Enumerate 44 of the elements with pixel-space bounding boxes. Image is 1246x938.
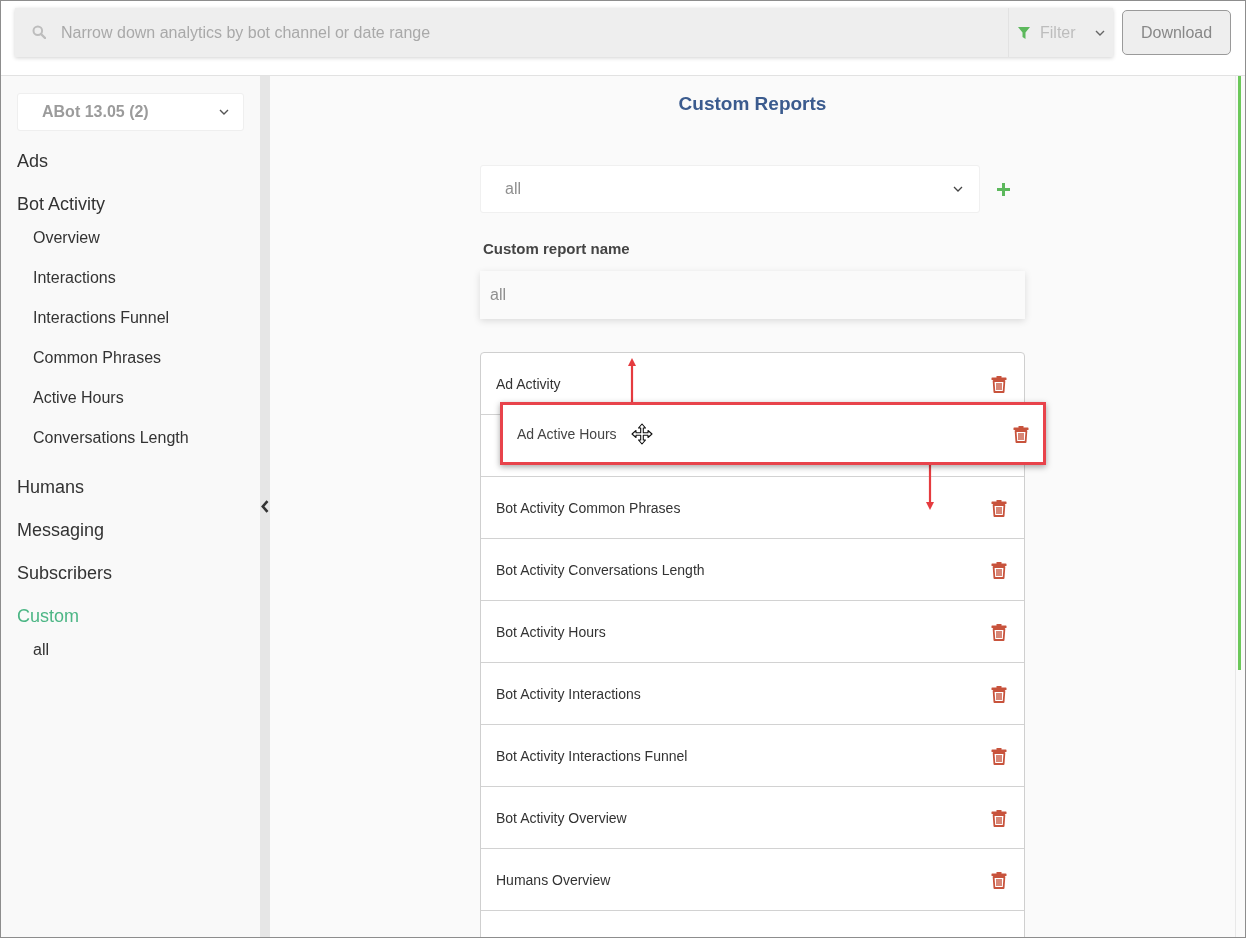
report-name[interactable]: Bot Activity Hours xyxy=(496,623,991,640)
trash-icon[interactable] xyxy=(1013,424,1029,443)
trash-icon[interactable] xyxy=(991,622,1007,641)
trash-icon[interactable] xyxy=(991,808,1007,827)
sidebar-item[interactable]: Humans xyxy=(17,470,244,504)
sidebar-subitem[interactable]: Common Phrases xyxy=(17,341,244,375)
search-icon xyxy=(32,25,46,39)
filter-icon xyxy=(1018,26,1030,39)
trash-icon[interactable] xyxy=(991,870,1007,889)
chevron-down-icon xyxy=(219,109,229,115)
chevron-down-icon xyxy=(1095,29,1105,36)
chevron-left-icon xyxy=(261,500,269,513)
report-name[interactable]: Ad Activity xyxy=(496,375,991,392)
sidebar-item[interactable]: Messaging xyxy=(17,513,244,547)
sidebar-subitem[interactable]: Interactions Funnel xyxy=(17,301,244,335)
dragged-report-row[interactable]: Ad Active Hours xyxy=(503,405,1043,462)
sidebar-subitem[interactable]: Interactions xyxy=(17,261,244,295)
trash-icon[interactable] xyxy=(991,684,1007,703)
sidebar-subitem[interactable]: Active Hours xyxy=(17,381,244,415)
trash-icon[interactable] xyxy=(991,498,1007,517)
collapse-handle[interactable] xyxy=(260,76,270,937)
report-name[interactable]: Bot Activity Conversations Length xyxy=(496,561,991,578)
report-name[interactable]: Bot Activity Overview xyxy=(496,809,991,826)
sidebar-subitem[interactable]: all xyxy=(17,633,244,667)
plus-icon[interactable] xyxy=(997,182,1010,196)
trash-icon[interactable] xyxy=(991,374,1007,393)
sidebar-item[interactable]: Subscribers xyxy=(17,556,244,590)
report-name: Ad Active Hours xyxy=(517,425,617,442)
sidebar-subitem[interactable]: Overview xyxy=(17,221,244,255)
report-name[interactable]: Humans Overview xyxy=(496,871,991,888)
sidebar-subitem[interactable]: Conversations Length xyxy=(17,421,244,455)
trash-icon[interactable] xyxy=(991,560,1007,579)
search-field[interactable]: Narrow down analytics by bot channel or date range xyxy=(15,8,1008,57)
report-name[interactable]: Bot Activity Interactions Funnel xyxy=(496,747,991,764)
report-name[interactable]: Bot Activity Interactions xyxy=(496,685,991,702)
sidebar-item[interactable]: Ads xyxy=(17,144,244,178)
sidebar-item[interactable]: Bot Activity xyxy=(17,187,244,221)
chevron-down-icon xyxy=(953,186,963,192)
scrollbar-thumb[interactable] xyxy=(1238,76,1241,671)
report-name[interactable]: Bot Activity Common Phrases xyxy=(496,499,991,516)
trash-icon[interactable] xyxy=(991,746,1007,765)
field-label: Custom report name xyxy=(482,239,631,259)
page-title: Custom Reports xyxy=(677,92,828,116)
move-cursor-icon xyxy=(630,422,653,445)
